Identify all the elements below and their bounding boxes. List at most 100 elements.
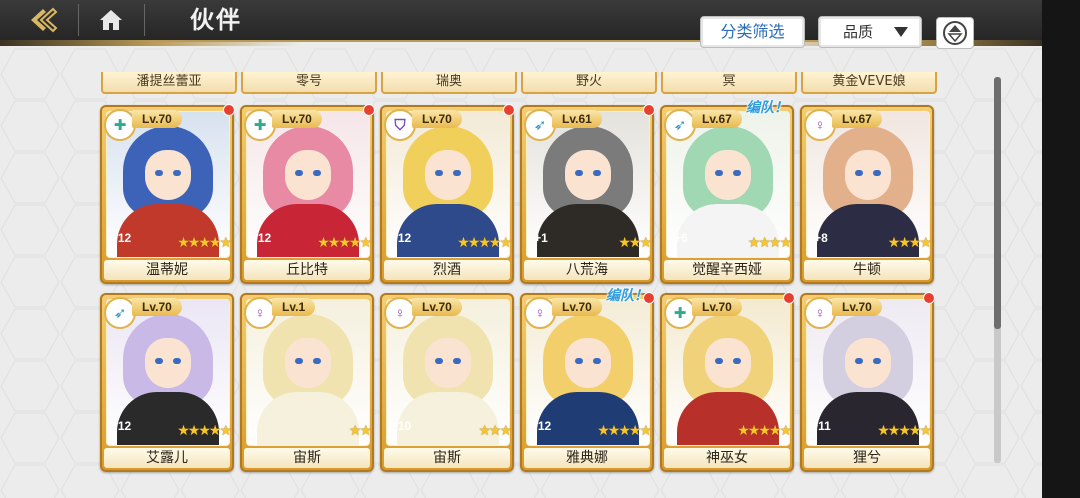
home-icon bbox=[100, 10, 122, 30]
partner-card[interactable]: ✚ Lv.70 ★★★★★ 神巫女 bbox=[660, 292, 795, 472]
star-icon: ★ bbox=[758, 234, 770, 250]
star-icon: ★ bbox=[597, 422, 609, 438]
enhance-level: +8 bbox=[814, 231, 828, 245]
star-rating: ★★★ bbox=[478, 422, 512, 439]
star-rating: ★★★★★ bbox=[597, 422, 652, 439]
enhance-level: +10 bbox=[390, 419, 412, 433]
enhance-level: +12 bbox=[110, 231, 132, 245]
star-icon: ★ bbox=[639, 422, 651, 438]
star-icon: ★ bbox=[628, 234, 641, 250]
star-icon: ★ bbox=[618, 422, 630, 438]
enhance-level: +12 bbox=[250, 231, 272, 245]
star-icon: ★ bbox=[737, 422, 749, 438]
quality-dropdown[interactable]: 品质 bbox=[818, 16, 922, 48]
notification-dot bbox=[643, 292, 655, 304]
star-rating: ★★★★★ bbox=[177, 422, 232, 439]
level-label: Lv.70 bbox=[412, 298, 462, 316]
star-icon: ★ bbox=[607, 422, 620, 438]
star-rating: ★★★★★ bbox=[177, 234, 232, 251]
partner-name: 宙斯 bbox=[384, 448, 510, 468]
partner-card[interactable]: ♀ Lv.70 +11 ★★★★★ 狸兮 bbox=[800, 292, 935, 472]
partial-card-name[interactable]: 野火 bbox=[521, 72, 657, 94]
partner-card[interactable]: ♀ Lv.70 +10 ★★★ 宙斯 bbox=[380, 293, 514, 472]
partner-name: 温蒂妮 bbox=[104, 260, 230, 280]
star-icon: ★ bbox=[198, 422, 210, 438]
partner-card[interactable]: ⛉ Lv.70 +12 ★★★★★ 烈酒 bbox=[380, 104, 515, 284]
home-button[interactable] bbox=[86, 2, 136, 38]
star-rating: ★★★★★ bbox=[317, 234, 372, 251]
notification-dot bbox=[783, 292, 795, 304]
star-icon: ★ bbox=[338, 234, 350, 250]
header-ornament bbox=[0, 40, 300, 46]
app-window: 伙伴 分类筛选 品质 潘提丝蕾亚 零号 瑞奥 野火 冥 黄金VEVE娘 ✚ Lv.… bbox=[0, 0, 1042, 498]
partner-card[interactable]: ➶ Lv.61 +1 ★★★ 八荒海 bbox=[520, 104, 655, 284]
partner-card[interactable]: ➶ Lv.70 +12 ★★★★★ 艾露儿 bbox=[100, 293, 234, 472]
star-icon: ★ bbox=[919, 422, 931, 438]
star-icon: ★ bbox=[208, 422, 221, 438]
chevron-down-icon bbox=[894, 27, 908, 37]
divider bbox=[78, 4, 79, 36]
enhance-level: +12 bbox=[110, 419, 132, 433]
partner-card[interactable]: ♀ Lv.67 +8 ★★★★ 牛顿 bbox=[800, 105, 934, 284]
star-rating: ★★★★★ bbox=[457, 234, 512, 251]
level-label: Lv.70 bbox=[412, 110, 462, 128]
partner-card[interactable]: ✚ Lv.70 +12 ★★★★★ 温蒂妮 bbox=[100, 104, 235, 284]
partner-card[interactable]: ♀ Lv.1 ★★ 宙斯 bbox=[240, 293, 374, 472]
star-icon: ★ bbox=[758, 422, 770, 438]
star-icon: ★ bbox=[488, 234, 501, 250]
partial-card-name[interactable]: 瑞奥 bbox=[381, 72, 517, 94]
enhance-level: +6 bbox=[674, 231, 688, 245]
star-icon: ★ bbox=[467, 234, 480, 250]
star-icon: ★ bbox=[348, 422, 361, 438]
star-icon: ★ bbox=[898, 234, 910, 250]
star-icon: ★ bbox=[919, 234, 931, 250]
level-label: Lv.70 bbox=[132, 110, 182, 128]
level-label: Lv.70 bbox=[692, 298, 742, 316]
level-label: Lv.1 bbox=[272, 298, 316, 316]
notification-dot bbox=[923, 292, 935, 304]
partner-card[interactable]: ♀ Lv.70 编队！ +12 ★★★★★ 雅典娜 bbox=[520, 287, 655, 472]
star-icon: ★ bbox=[618, 234, 630, 250]
partial-card-name[interactable]: 黄金VEVE娘 bbox=[801, 72, 937, 94]
star-icon: ★ bbox=[747, 234, 760, 250]
star-icon: ★ bbox=[359, 234, 371, 250]
partial-card-name[interactable]: 零号 bbox=[241, 72, 377, 94]
star-rating: ★★★★★ bbox=[737, 422, 792, 439]
enhance-badge: +1 bbox=[524, 227, 558, 249]
category-filter-button[interactable]: 分类筛选 bbox=[700, 16, 805, 48]
star-icon: ★ bbox=[628, 422, 641, 438]
star-icon: ★ bbox=[327, 234, 340, 250]
enhance-level: +12 bbox=[530, 419, 552, 433]
level-label: Lv.70 bbox=[272, 110, 322, 128]
enhance-badge: +12 bbox=[104, 415, 138, 437]
quality-label: 品质 bbox=[843, 23, 874, 41]
star-icon: ★ bbox=[908, 422, 921, 438]
partner-card[interactable]: ✚ Lv.70 +12 ★★★★★ 丘比特 bbox=[240, 104, 375, 284]
star-icon: ★ bbox=[457, 234, 469, 250]
partner-name: 狸兮 bbox=[804, 448, 930, 468]
star-rating: ★★★★ bbox=[747, 234, 792, 251]
star-rating: ★★★★★ bbox=[877, 422, 932, 439]
partial-card-name[interactable]: 冥 bbox=[661, 72, 797, 94]
partner-name: 烈酒 bbox=[384, 260, 510, 280]
enhance-badge: +12 bbox=[524, 415, 558, 437]
back-button[interactable] bbox=[14, 2, 74, 38]
level-label: Lv.70 bbox=[132, 298, 182, 316]
partner-name: 觉醒辛西娅 bbox=[664, 260, 790, 280]
enhance-badge: +10 bbox=[384, 415, 418, 437]
scrollbar-thumb[interactable] bbox=[994, 77, 1001, 329]
star-rating: ★★★ bbox=[618, 234, 652, 251]
star-icon: ★ bbox=[208, 234, 221, 250]
star-icon: ★ bbox=[187, 234, 200, 250]
star-icon: ★ bbox=[317, 234, 329, 250]
star-icon: ★ bbox=[768, 234, 781, 250]
star-icon: ★ bbox=[219, 234, 231, 250]
sort-order-button[interactable] bbox=[936, 17, 974, 49]
star-icon: ★ bbox=[887, 422, 900, 438]
star-icon: ★ bbox=[887, 234, 900, 250]
partial-card-name[interactable]: 潘提丝蕾亚 bbox=[101, 72, 237, 94]
partner-name: 宙斯 bbox=[244, 448, 370, 468]
partner-card[interactable]: ➶ Lv.67 编队！ +6 ★★★★ 觉醒辛西娅 bbox=[660, 99, 794, 284]
star-icon: ★ bbox=[187, 422, 200, 438]
partner-name: 丘比特 bbox=[244, 260, 370, 280]
